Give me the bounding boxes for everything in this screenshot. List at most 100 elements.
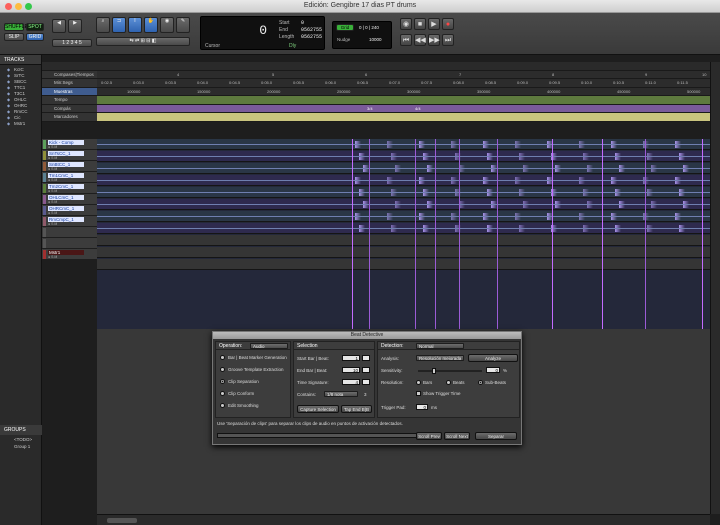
rewind-button[interactable]: ◀◀ xyxy=(414,34,426,46)
go-to-end-button[interactable]: ⏭ xyxy=(442,34,454,46)
hscroll-thumb[interactable] xyxy=(107,518,137,523)
track-header[interactable]: Kick - Comp ● S M xyxy=(42,139,97,150)
spot-mode-button[interactable]: SPOT xyxy=(26,23,44,31)
markers-ruler[interactable] xyxy=(97,113,710,122)
zoom-in-button[interactable]: ▶ xyxy=(68,19,82,33)
play-button[interactable]: ▶ xyxy=(428,18,440,30)
analysis-dropdown[interactable]: Resolución mejorada xyxy=(416,355,464,361)
track-buttons[interactable]: ● S M xyxy=(48,200,57,204)
separate-button[interactable]: Separar xyxy=(475,432,517,440)
capture-selection-button[interactable]: Capture Selection xyxy=(297,405,339,413)
op-radio-groove[interactable] xyxy=(220,367,225,372)
end-bar-field[interactable]: 10 xyxy=(342,367,360,373)
track-buttons[interactable]: ● S M xyxy=(48,156,57,160)
start-bar-field[interactable]: 1 xyxy=(342,355,360,361)
group-list-item[interactable]: Group 1 xyxy=(0,444,42,450)
scroll-next-button[interactable]: Scroll Next xyxy=(444,432,470,440)
grabber-tool-icon[interactable]: ✋ xyxy=(144,17,158,33)
scrubber-tool-icon[interactable]: ◉ xyxy=(160,17,174,33)
group-list-item[interactable]: <TODO> xyxy=(0,437,42,443)
zoom-out-button[interactable]: ◀ xyxy=(52,19,66,33)
track-list-item[interactable]: Mstr1 xyxy=(0,121,41,127)
sensitivity-field[interactable]: 0 xyxy=(486,367,500,373)
track-header[interactable]: RmCmpC_1 ● S M xyxy=(42,216,97,227)
track-header[interactable] xyxy=(42,238,97,249)
grid-value[interactable]: 0 | 0 | 240 xyxy=(359,25,379,30)
time-signature-top[interactable]: 4 xyxy=(342,379,360,385)
return-to-zero-button[interactable]: ⏮ xyxy=(400,34,412,46)
timeline-rulers[interactable]: 4 5 6 7 8 9 10 0:02.5 0:03.0 0:03.5 0:04.0 0:04.5 0… xyxy=(97,62,710,122)
track-header[interactable]: SnTsCC_1 ● S M xyxy=(42,150,97,161)
horizontal-scrollbar[interactable] xyxy=(97,514,710,525)
end-value[interactable]: 0562755 xyxy=(301,27,322,33)
res-radio-beats[interactable] xyxy=(446,380,451,385)
show-trigger-checkbox[interactable] xyxy=(416,391,421,396)
length-value[interactable]: 0562755 xyxy=(301,34,322,40)
time-signature-bottom[interactable] xyxy=(362,379,370,385)
track-buttons[interactable]: ● S M xyxy=(48,211,57,215)
track-header[interactable]: Tm1CmC_1 ● S M xyxy=(42,172,97,183)
minsecs-ruler[interactable]: 0:02.5 0:03.0 0:03.5 0:04.0 0:04.5 0:05.0 0:05… xyxy=(97,79,710,88)
grid-label[interactable]: Grid xyxy=(336,24,354,31)
tap-end-button[interactable]: Tap End B|B xyxy=(341,405,372,413)
op-radio-clip-conform[interactable] xyxy=(220,391,225,396)
bars-ruler[interactable]: 4 5 6 7 8 9 10 xyxy=(97,70,710,79)
nudge-value[interactable]: 10000 xyxy=(369,37,382,42)
start-beat-field[interactable] xyxy=(362,355,370,361)
shuffle-mode-button[interactable]: SHUFFLE xyxy=(4,23,28,31)
track-buttons[interactable]: ● S M xyxy=(48,178,57,182)
op-radio-clip-separation[interactable] xyxy=(220,379,225,384)
fast-forward-button[interactable]: ▶▶ xyxy=(428,34,440,46)
vertical-scrollbar[interactable] xyxy=(710,62,720,514)
op-radio-bar-beat[interactable] xyxy=(220,355,225,360)
edit-options-bar[interactable]: ⇆ ⇄ ⊞ ⊟ ◧ xyxy=(96,37,190,46)
track-header[interactable]: Tm2CmC_1 ● S M xyxy=(42,183,97,194)
track-lane[interactable] xyxy=(97,139,710,150)
contains-dropdown[interactable]: 1/8 nota xyxy=(324,391,358,397)
track-lane[interactable] xyxy=(97,175,710,186)
trimmer-tool-icon[interactable]: ⊐ xyxy=(112,17,126,33)
start-value[interactable]: 0 xyxy=(301,20,304,26)
online-button[interactable]: ◉ xyxy=(400,18,412,30)
track-header[interactable]: OHRCmC_1 ● S M xyxy=(42,205,97,216)
pencil-tool-icon[interactable]: ✎ xyxy=(176,17,190,33)
ruler-label-tempo[interactable]: Tempo xyxy=(42,96,97,105)
trigger-pad-field[interactable]: 0 xyxy=(416,404,428,410)
scroll-prev-button[interactable]: Scroll Prev xyxy=(416,432,442,440)
ruler-label-samples[interactable]: Muestras xyxy=(42,87,97,96)
tempo-ruler[interactable] xyxy=(97,96,710,105)
op-radio-edit-smoothing[interactable] xyxy=(220,403,225,408)
operation-dropdown[interactable]: Audio xyxy=(250,343,288,349)
track-lane[interactable] xyxy=(97,223,710,234)
track-header[interactable]: Mstr1 ● S M xyxy=(42,249,97,260)
sensitivity-slider-thumb[interactable] xyxy=(432,368,436,374)
ruler-label-bars[interactable]: Compases|Tiempos xyxy=(42,70,97,79)
samples-ruler[interactable]: 100000 150000 200000 250000 300000 350000 4000… xyxy=(97,87,710,96)
grid-mode-button[interactable]: GRID xyxy=(26,33,44,41)
analyze-button[interactable]: Analyze xyxy=(468,354,518,362)
track-buttons[interactable]: ● S M xyxy=(48,222,57,226)
selector-tool-icon[interactable]: I xyxy=(128,17,142,33)
groups-panel-title[interactable]: GROUPS xyxy=(0,425,42,435)
track-lane[interactable] xyxy=(97,211,710,222)
ruler-label-meter[interactable]: Compás xyxy=(42,104,97,113)
track-buttons[interactable]: ● S M xyxy=(48,255,57,259)
record-button[interactable]: ● xyxy=(442,18,454,30)
sensitivity-slider-track[interactable] xyxy=(418,370,482,372)
track-lane[interactable] xyxy=(97,235,710,246)
ruler-label-markers[interactable]: Marcadores xyxy=(42,113,97,122)
slip-mode-button[interactable]: SLIP xyxy=(4,33,24,41)
meter-marker[interactable]: 3/4 xyxy=(367,106,373,111)
track-buttons[interactable]: ● S M xyxy=(48,167,57,171)
track-header[interactable] xyxy=(42,227,97,238)
res-radio-bars[interactable] xyxy=(416,380,421,385)
res-radio-subbeats[interactable] xyxy=(478,380,483,385)
tracks-panel-title[interactable]: TRACKS xyxy=(0,55,41,65)
track-buttons[interactable]: ● S M xyxy=(48,189,57,193)
zoomer-tool-icon[interactable]: ⌕ xyxy=(96,17,110,33)
track-lane[interactable] xyxy=(97,259,710,270)
track-lane[interactable] xyxy=(97,247,710,258)
track-header[interactable]: OHLCmC_1 ● S M xyxy=(42,194,97,205)
track-buttons[interactable]: ● S M xyxy=(48,145,57,149)
stop-button[interactable]: ■ xyxy=(414,18,426,30)
